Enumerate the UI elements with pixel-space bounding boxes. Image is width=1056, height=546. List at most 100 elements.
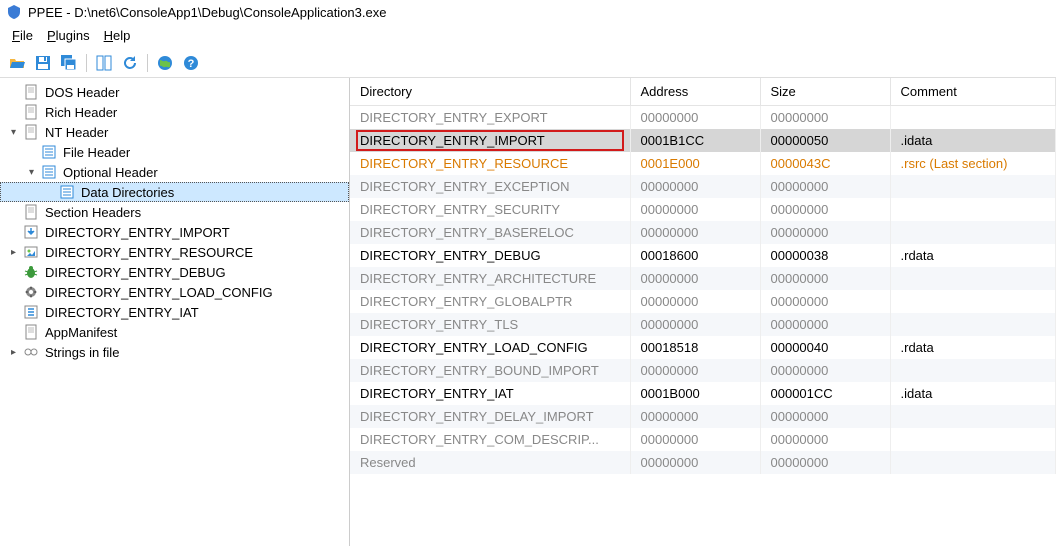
cell-address: 0001E000 — [630, 152, 760, 175]
tree-item[interactable]: DIRECTORY_ENTRY_IMPORT — [0, 222, 349, 242]
table-row[interactable]: DIRECTORY_ENTRY_BOUND_IMPORT000000000000… — [350, 359, 1056, 382]
toolbar-sep-2 — [147, 54, 148, 72]
expander-closed-icon[interactable]: ▸ — [8, 347, 19, 358]
cell-directory: DIRECTORY_ENTRY_SECURITY — [350, 198, 630, 221]
tree-item[interactable]: AppManifest — [0, 322, 349, 342]
tree-item[interactable]: DIRECTORY_ENTRY_LOAD_CONFIG — [0, 282, 349, 302]
tree-item-label: DIRECTORY_ENTRY_RESOURCE — [43, 245, 253, 260]
menu-help[interactable]: Help — [98, 26, 137, 45]
cell-comment — [890, 175, 1056, 198]
cell-size: 0000043C — [760, 152, 890, 175]
tree-item[interactable]: File Header — [0, 142, 349, 162]
str-icon — [23, 344, 39, 360]
tree-item[interactable]: DIRECTORY_ENTRY_IAT — [0, 302, 349, 322]
menubar: File Plugins Help — [0, 24, 1056, 49]
tree-item-label: DIRECTORY_ENTRY_DEBUG — [43, 265, 226, 280]
table-row[interactable]: DIRECTORY_ENTRY_LOAD_CONFIG0001851800000… — [350, 336, 1056, 359]
tree-item-label: DIRECTORY_ENTRY_IMPORT — [43, 225, 230, 240]
expander-open-icon[interactable]: ▾ — [26, 167, 37, 178]
cell-comment — [890, 106, 1056, 130]
tree-item[interactable]: Data Directories — [0, 182, 349, 202]
cell-comment: .idata — [890, 382, 1056, 405]
toolbar-refresh[interactable] — [119, 52, 141, 74]
tree-item[interactable]: ▾Optional Header — [0, 162, 349, 182]
tree-item[interactable]: DIRECTORY_ENTRY_DEBUG — [0, 262, 349, 282]
col-address[interactable]: Address — [630, 78, 760, 106]
cell-address: 0001B000 — [630, 382, 760, 405]
cell-directory: DIRECTORY_ENTRY_TLS — [350, 313, 630, 336]
list-icon — [41, 164, 57, 180]
cell-address: 00000000 — [630, 359, 760, 382]
menu-file[interactable]: File — [6, 26, 39, 45]
toolbar-save-all[interactable] — [58, 52, 80, 74]
tree-item-label: Section Headers — [43, 205, 141, 220]
cell-directory: DIRECTORY_ENTRY_GLOBALPTR — [350, 290, 630, 313]
tree-item[interactable]: DOS Header — [0, 82, 349, 102]
cell-size: 00000050 — [760, 129, 890, 152]
toolbar-view[interactable] — [93, 52, 115, 74]
cell-size: 000001CC — [760, 382, 890, 405]
expander-open-icon[interactable]: ▾ — [8, 127, 19, 138]
cell-comment — [890, 428, 1056, 451]
cell-size: 00000000 — [760, 359, 890, 382]
cell-comment — [890, 267, 1056, 290]
cell-comment: .rdata — [890, 336, 1056, 359]
cell-address: 00000000 — [630, 451, 760, 474]
cell-comment: .idata — [890, 129, 1056, 152]
toolbar-globe[interactable] — [154, 52, 176, 74]
toolbar-save[interactable] — [32, 52, 54, 74]
menu-plugins[interactable]: Plugins — [41, 26, 96, 45]
cell-address: 00000000 — [630, 313, 760, 336]
table-row[interactable]: DIRECTORY_ENTRY_IAT0001B000000001CC.idat… — [350, 382, 1056, 405]
table-row[interactable]: DIRECTORY_ENTRY_GLOBALPTR000000000000000… — [350, 290, 1056, 313]
table-row[interactable]: DIRECTORY_ENTRY_DELAY_IMPORT000000000000… — [350, 405, 1056, 428]
cell-directory: DIRECTORY_ENTRY_BASERELOC — [350, 221, 630, 244]
tree-item[interactable]: Rich Header — [0, 102, 349, 122]
table-row[interactable]: DIRECTORY_ENTRY_EXPORT0000000000000000 — [350, 106, 1056, 130]
table-panel[interactable]: Directory Address Size Comment DIRECTORY… — [350, 78, 1056, 546]
cell-size: 00000038 — [760, 244, 890, 267]
cell-comment — [890, 290, 1056, 313]
table-row[interactable]: DIRECTORY_ENTRY_BASERELOC000000000000000… — [350, 221, 1056, 244]
cell-address: 00000000 — [630, 106, 760, 130]
cell-directory: DIRECTORY_ENTRY_DEBUG — [350, 244, 630, 267]
iat-icon — [23, 304, 39, 320]
cell-directory: DIRECTORY_ENTRY_DELAY_IMPORT — [350, 405, 630, 428]
table-row[interactable]: DIRECTORY_ENTRY_COM_DESCRIP...0000000000… — [350, 428, 1056, 451]
page-icon — [23, 204, 39, 220]
svg-text:?: ? — [188, 58, 195, 70]
col-size[interactable]: Size — [760, 78, 890, 106]
cell-directory: DIRECTORY_ENTRY_LOAD_CONFIG — [350, 336, 630, 359]
table-row[interactable]: DIRECTORY_ENTRY_SECURITY0000000000000000 — [350, 198, 1056, 221]
tree-item-label: DIRECTORY_ENTRY_IAT — [43, 305, 199, 320]
tree-item-label: AppManifest — [43, 325, 117, 340]
table-row[interactable]: DIRECTORY_ENTRY_EXCEPTION000000000000000… — [350, 175, 1056, 198]
col-comment[interactable]: Comment — [890, 78, 1056, 106]
toolbar-help[interactable]: ? — [180, 52, 202, 74]
page-icon — [23, 124, 39, 140]
cell-size: 00000000 — [760, 428, 890, 451]
cell-address: 00000000 — [630, 175, 760, 198]
cell-directory: DIRECTORY_ENTRY_IAT — [350, 382, 630, 405]
table-row[interactable]: DIRECTORY_ENTRY_DEBUG0001860000000038.rd… — [350, 244, 1056, 267]
table-row[interactable]: Reserved0000000000000000 — [350, 451, 1056, 474]
expander-closed-icon[interactable]: ▸ — [8, 247, 19, 258]
table-row[interactable]: DIRECTORY_ENTRY_IMPORT0001B1CC00000050.i… — [350, 129, 1056, 152]
tree-item[interactable]: ▸Strings in file — [0, 342, 349, 362]
toolbar-open[interactable] — [6, 52, 28, 74]
tree-item[interactable]: ▸ DIRECTORY_ENTRY_RESOURCE — [0, 242, 349, 262]
table-row[interactable]: DIRECTORY_ENTRY_TLS0000000000000000 — [350, 313, 1056, 336]
tree-item[interactable]: ▾NT Header — [0, 122, 349, 142]
cell-directory: DIRECTORY_ENTRY_RESOURCE — [350, 152, 630, 175]
toolbar: ? — [0, 49, 1056, 78]
cell-size: 00000000 — [760, 221, 890, 244]
page-icon — [23, 324, 39, 340]
table-row[interactable]: DIRECTORY_ENTRY_RESOURCE0001E0000000043C… — [350, 152, 1056, 175]
table-row[interactable]: DIRECTORY_ENTRY_ARCHITECTURE000000000000… — [350, 267, 1056, 290]
data-directories-table: Directory Address Size Comment DIRECTORY… — [350, 78, 1056, 474]
tree-item[interactable]: Section Headers — [0, 202, 349, 222]
col-directory[interactable]: Directory — [350, 78, 630, 106]
cell-comment: .rdata — [890, 244, 1056, 267]
cell-directory: DIRECTORY_ENTRY_ARCHITECTURE — [350, 267, 630, 290]
tree-panel[interactable]: DOS HeaderRich Header▾NT HeaderFile Head… — [0, 78, 350, 546]
